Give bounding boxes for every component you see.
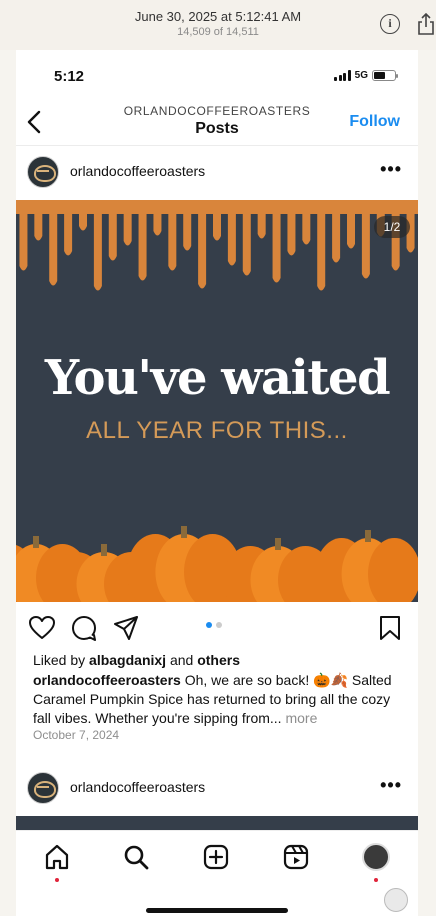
liked-prefix: Liked by [33, 652, 90, 668]
notification-dot [55, 878, 59, 882]
post-username[interactable]: orlandocoffeeroasters [70, 163, 205, 179]
pumpkins-graphic [16, 526, 418, 602]
likes-summary: Liked by albagdanixj and others [33, 652, 240, 668]
post-subline: ALL YEAR FOR THIS... [86, 417, 348, 444]
status-time: 5:12 [54, 68, 85, 85]
caption-username[interactable]: orlandocoffeeroasters [33, 672, 181, 688]
pumpkin-stem [33, 536, 39, 548]
reels-icon[interactable] [282, 843, 310, 871]
liked-others[interactable]: others [197, 652, 240, 668]
more-options-icon[interactable]: ••• [380, 775, 402, 796]
post-headline: You've waited [44, 350, 391, 406]
liked-user[interactable]: albagdanixj [89, 652, 166, 668]
search-icon[interactable] [122, 843, 150, 871]
send-icon[interactable] [112, 614, 140, 642]
carousel-indicator [206, 622, 222, 628]
status-indicators: 5G [334, 70, 398, 81]
follow-button[interactable]: Follow [349, 113, 400, 131]
carousel-dot [216, 622, 222, 628]
info-icon[interactable]: i [380, 14, 400, 34]
comment-icon[interactable] [70, 614, 98, 642]
post-caption: orlandocoffeeroasters Oh, we are so back… [33, 671, 407, 728]
next-post-header: orlandocoffeeroasters ••• [16, 766, 418, 810]
caption-more-link[interactable]: more [282, 710, 317, 726]
carousel-dot [206, 622, 212, 628]
post-username[interactable]: orlandocoffeeroasters [70, 779, 205, 795]
battery-icon [372, 70, 398, 81]
live-text-icon[interactable] [384, 888, 408, 912]
pumpkin-stem [275, 538, 281, 550]
photo-viewer-header: June 30, 2025 at 5:12:41 AM 14,509 of 14… [0, 0, 436, 50]
pumpkin-stem [101, 544, 107, 556]
pumpkin-stem [181, 526, 187, 538]
home-indicator[interactable] [146, 908, 288, 913]
photo-date: June 30, 2025 at 5:12:41 AM [134, 9, 302, 24]
notification-dot [374, 878, 378, 882]
network-label: 5G [354, 70, 368, 81]
divider [16, 145, 418, 146]
heart-icon[interactable] [28, 614, 56, 642]
bottom-tab-bar [16, 830, 418, 916]
bookmark-icon[interactable] [376, 614, 404, 642]
more-options-icon[interactable]: ••• [380, 159, 402, 180]
pumpkin-stem [365, 530, 371, 542]
create-icon[interactable] [202, 843, 230, 871]
post-date: October 7, 2024 [33, 728, 120, 742]
caramel-drip-graphic [16, 200, 418, 291]
photo-count: 14,509 of 14,511 [177, 26, 259, 38]
profile-avatar[interactable] [362, 843, 390, 871]
home-icon[interactable] [43, 843, 71, 871]
signal-icon [334, 70, 351, 81]
avatar[interactable] [27, 772, 59, 804]
post-image[interactable]: 1/2 You've waited ALL YEAR FOR THIS... [16, 200, 418, 602]
phone-screen: 5:12 5G ORLANDOCOFFEEROASTERS Posts Foll… [16, 50, 418, 916]
page-counter: 1/2 [374, 216, 410, 238]
post-actions [16, 610, 418, 646]
liked-and: and [166, 652, 198, 668]
avatar[interactable] [27, 156, 59, 188]
share-icon[interactable] [418, 13, 434, 35]
post-header: orlandocoffeeroasters ••• [16, 150, 418, 194]
